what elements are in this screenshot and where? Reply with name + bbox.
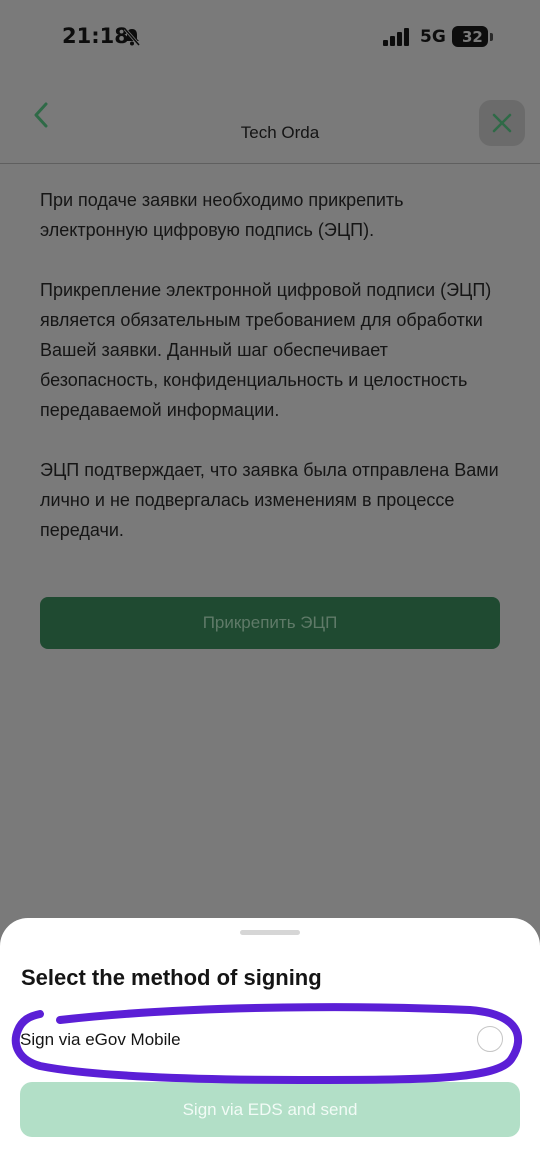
sign-and-send-button[interactable]: Sign via EDS and send: [20, 1082, 520, 1137]
signing-method-sheet: Select the method of signing Sign via eG…: [0, 918, 540, 1170]
option-egov-mobile[interactable]: Sign via eGov Mobile: [0, 1018, 540, 1062]
close-button[interactable]: [479, 100, 525, 146]
status-time: 21:18: [62, 24, 129, 48]
bell-muted-icon: [123, 28, 141, 46]
option-label: Sign via eGov Mobile: [20, 1030, 181, 1049]
battery-icon: 32: [452, 26, 494, 48]
sheet-title: Select the method of signing: [21, 965, 322, 990]
info-paragraph-2: Прикрепление электронной цифровой подпис…: [40, 280, 492, 420]
info-paragraph-3: ЭЦП подтверждает, что заявка была отправ…: [40, 460, 499, 540]
network-label: 5G: [420, 27, 446, 47]
battery-level: 32: [462, 28, 483, 46]
info-text: При подаче заявки необходимо прикрепить …: [40, 185, 510, 575]
attach-eds-button[interactable]: Прикрепить ЭЦП: [40, 597, 500, 649]
close-icon: [492, 113, 512, 133]
signal-icon: [383, 28, 409, 46]
info-paragraph-1: При подаче заявки необходимо прикрепить …: [40, 190, 404, 240]
drag-handle[interactable]: [240, 930, 300, 935]
page-title: Tech Orda: [240, 123, 320, 142]
radio-button[interactable]: [477, 1026, 503, 1052]
status-bar: 21:18 5G 32: [0, 0, 540, 74]
header: Tech Orda: [0, 74, 540, 164]
